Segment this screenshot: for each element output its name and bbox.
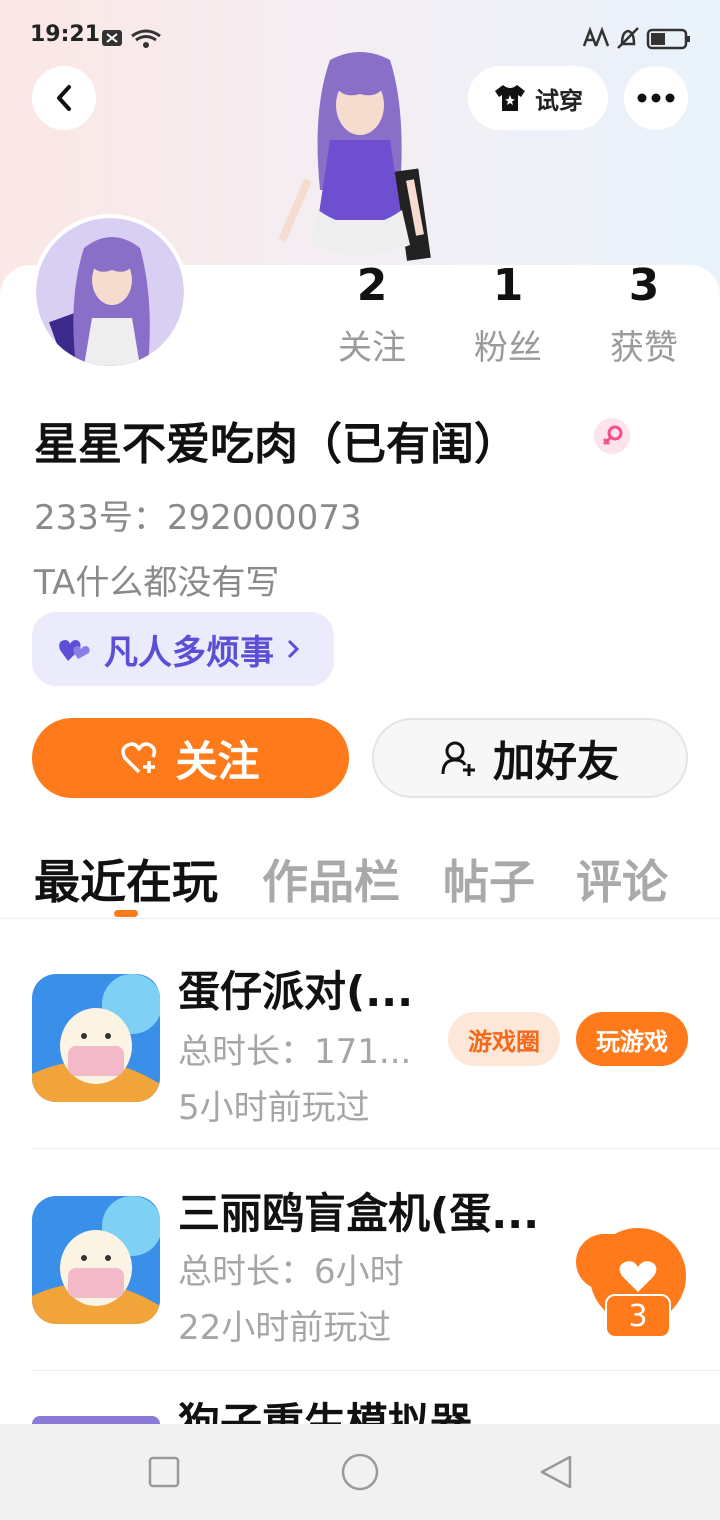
game-icon-eggy-party[interactable] [32,974,160,1102]
game-last-played: 22小时前玩过 [178,1308,392,1348]
eggy-game-icon [32,974,160,1102]
double-heart-icon [59,640,90,661]
try-on-label: 试穿 [535,86,583,115]
game-last-played: 5小时前玩过 [178,1088,370,1128]
tab-comments[interactable]: 评论 [576,846,668,912]
home-icon[interactable] [340,1452,380,1492]
profile-name: 星星不爱吃肉（已有闺） [34,419,518,470]
floating-like-widget[interactable]: 3 [576,1228,686,1338]
add-friend-button[interactable]: 加好友 [372,718,688,798]
back-nav-icon[interactable] [538,1454,574,1490]
game-icon-sanrio-blindbox[interactable] [32,1196,160,1324]
tabs-divider [0,918,720,919]
stat-fans-value: 1 [492,260,524,311]
profile-bio: TA什么都没有写 [34,563,280,603]
stat-following[interactable]: 2 关注 [317,262,427,369]
active-tab-indicator [114,910,138,917]
like-count: 3 [605,1294,671,1338]
avatar-image [36,218,184,366]
heart-plus-icon [121,742,157,774]
user-plus-icon [441,741,475,776]
gender-badge [594,418,630,454]
recent-apps-icon[interactable] [148,1456,180,1488]
avatar[interactable] [32,214,188,370]
heart-icon [619,1261,657,1292]
game-title-clip: 狗子重生模拟器 [178,1400,578,1424]
status-time: 19:21 [30,22,101,47]
relationship-tag-label: 凡人多烦事 [104,632,274,673]
more-options-button[interactable] [624,66,688,130]
stat-fans-label: 粉丝 [474,328,542,368]
back-button[interactable] [32,66,96,130]
follow-button[interactable]: 关注 [32,718,349,798]
female-icon [602,425,623,446]
game-circle-button[interactable]: 游戏圈 [448,1012,560,1066]
status-icons-left [102,29,161,48]
list-divider [32,1148,720,1149]
game-title[interactable]: 蛋仔派对(... [178,958,413,1019]
game-title[interactable]: 三丽鸥盲盒机(蛋... [178,1180,539,1241]
tshirt-icon [495,85,525,111]
stat-fans[interactable]: 1 粉丝 [453,262,563,369]
play-game-button[interactable]: 玩游戏 [576,1012,688,1066]
follow-button-label: 关注 [175,736,260,786]
stat-likes[interactable]: 3 获赞 [589,262,699,369]
add-friend-button-label: 加好友 [492,736,619,786]
chevron-right-icon [287,639,300,659]
tab-works[interactable]: 作品栏 [262,846,400,912]
game-icon-dog-rebirth[interactable] [32,1416,160,1424]
list-divider [32,1370,720,1371]
eggy-game-icon [32,1196,160,1324]
stat-following-label: 关注 [338,328,406,368]
more-dots-icon [637,93,675,103]
chevron-left-icon [57,85,71,111]
status-icons-right [582,26,690,50]
profile-id: 233号：292000073 [34,498,362,538]
game-duration: 总时长：171... [178,1032,412,1072]
stat-likes-label: 获赞 [610,328,678,368]
system-navigation-bar [0,1424,720,1520]
game-title[interactable]: 狗子重生模拟器 [178,1400,578,1424]
stat-following-value: 2 [356,260,388,311]
stat-likes-value: 3 [628,260,660,311]
relationship-tag[interactable]: 凡人多烦事 [32,612,334,686]
tab-recent-playing[interactable]: 最近在玩 [34,846,218,912]
tab-posts[interactable]: 帖子 [443,846,535,912]
character-3d-figure [278,52,431,261]
game-duration: 总时长：6小时 [178,1252,404,1292]
try-on-button[interactable]: 试穿 [468,66,608,130]
